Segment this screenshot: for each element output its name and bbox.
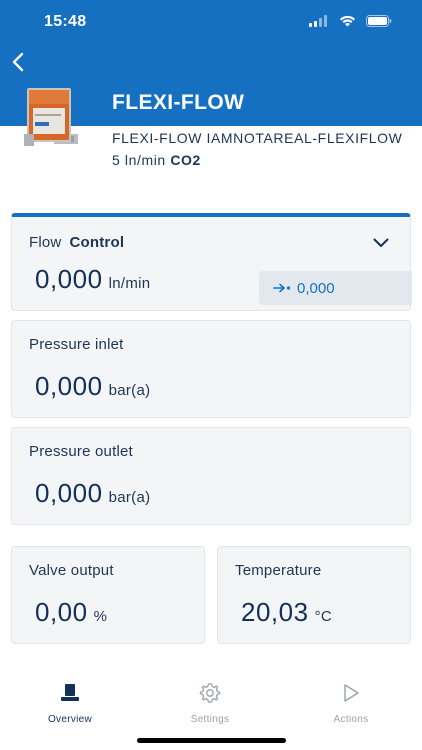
device-subtitle: FLEXI-FLOW IAMNOTAREAL-FLEXIFLOW [112,130,403,146]
flow-unit: ln/min [108,275,151,292]
temperature-value: 20,03 [241,597,309,627]
tab-overview[interactable]: Overview [25,682,115,725]
temperature-card: Temperature 20,03 °C [217,546,411,644]
wifi-icon [340,15,355,27]
setpoint-value: 0,000 [297,279,335,297]
tab-settings-label: Settings [190,714,230,725]
temperature-label: Temperature [235,562,322,579]
back-button[interactable] [6,48,30,76]
chevron-left-icon [12,52,24,72]
flow-value: 0,000 [35,264,103,294]
temperature-measurement: 20,03 °C [241,597,332,628]
home-indicator [137,738,286,743]
pressure-outlet-unit: bar(a) [108,489,151,506]
flow-measurement: 0,000 ln/min [35,264,150,295]
status-time: 15:48 [44,13,87,30]
valve-output-unit: % [93,608,108,625]
temperature-unit: °C [314,608,333,625]
tab-actions-label: Actions [333,714,369,725]
chevron-down-icon [373,238,389,247]
gear-icon [199,683,221,703]
device-image [24,84,82,148]
pressure-inlet-measurement: 0,000 bar(a) [35,371,150,402]
flow-mode: Control [69,234,125,251]
valve-output-measurement: 0,00% [35,597,107,628]
status-icons [309,15,392,27]
device-title: FLEXI-FLOW [112,91,245,114]
signal-icon [309,15,327,27]
pressure-outlet-measurement: 0,000 bar(a) [35,478,150,509]
battery-icon [366,15,392,27]
range-value: 5 ln/min [112,152,166,168]
device-icon [61,684,79,701]
flow-mode-dropdown[interactable] [373,235,389,253]
status-bar: 15:48 [0,0,422,44]
flow-label: Flow [29,234,62,251]
pressure-inlet-card: Pressure inlet 0,000 bar(a) [11,320,411,418]
flow-label-row: Flow Control [29,234,124,251]
tab-actions[interactable]: Actions [306,682,396,725]
flow-card[interactable]: Flow Control 0,000 ln/min 0,000 [11,213,412,311]
pressure-outlet-value: 0,000 [35,478,103,508]
device-range: 5 ln/min CO2 [112,152,201,168]
valve-output-card: Valve output 0,00% [11,546,205,644]
valve-output-value: 0,00 [35,597,88,627]
valve-output-label: Valve output [29,562,114,579]
gas-name: CO2 [170,152,201,168]
setpoint-button[interactable]: 0,000 [259,271,412,305]
pressure-outlet-card: Pressure outlet 0,000 bar(a) [11,427,411,525]
pressure-inlet-unit: bar(a) [108,382,151,399]
tab-settings[interactable]: Settings [165,682,255,725]
play-icon [344,684,359,702]
tab-overview-label: Overview [47,714,93,725]
setpoint-arrow-icon [273,283,291,293]
pressure-inlet-value: 0,000 [35,371,103,401]
pressure-outlet-label: Pressure outlet [29,443,133,460]
pressure-inlet-label: Pressure inlet [29,336,124,353]
